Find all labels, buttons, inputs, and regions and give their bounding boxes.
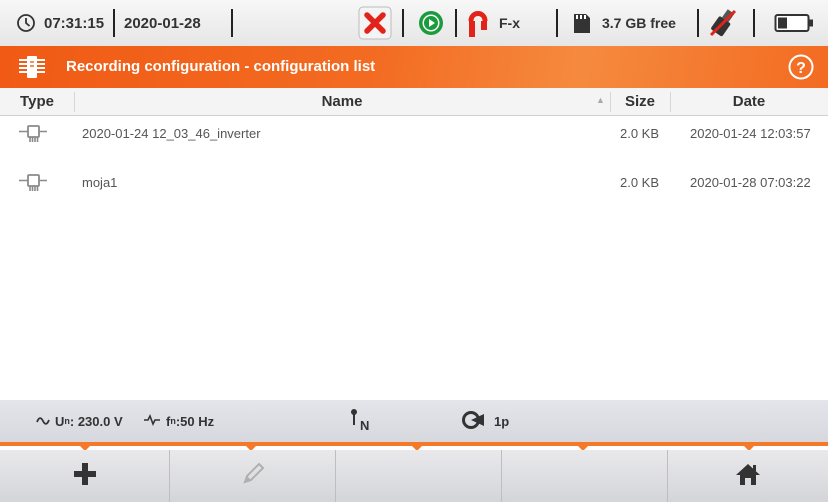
separator <box>753 9 755 37</box>
table-row[interactable]: 2020-01-24 12_03_46_inverter 2.0 KB 2020… <box>0 116 828 152</box>
file-size: 2.0 KB <box>620 175 660 190</box>
column-header-date[interactable]: Date <box>670 88 828 116</box>
measurement-info-bar: Un: 230.0 V f n:50 Hz N 1p <box>0 400 828 442</box>
usb-disconnected-icon <box>708 0 738 46</box>
clock-icon <box>16 0 36 46</box>
frequency-value: :50 Hz <box>175 413 215 429</box>
nominal-voltage: Un: 230.0 V <box>36 400 123 442</box>
column-header-size[interactable]: Size <box>610 88 670 116</box>
status-bar: 07:31:15 2020-01-28 F-x 3.7 GB free <box>0 0 828 46</box>
separator <box>455 9 457 37</box>
add-button[interactable] <box>0 450 170 502</box>
stop-recording-icon[interactable] <box>358 0 392 46</box>
sine-wave-icon <box>36 414 50 429</box>
network-system-icon <box>462 410 484 433</box>
clamp-type-label: F-x <box>499 15 520 31</box>
system-label: 1p <box>494 413 510 429</box>
neutral-indicator: N <box>350 400 369 442</box>
title-bar: Recording configuration - configuration … <box>0 46 828 88</box>
frequency-icon <box>143 413 161 429</box>
empty-button[interactable] <box>336 450 502 502</box>
separator <box>113 9 115 37</box>
column-header-name[interactable]: Name <box>74 88 610 116</box>
separator <box>697 9 699 37</box>
config-module-icon <box>18 54 46 85</box>
config-file-icon <box>18 172 48 194</box>
file-date: 2020-01-24 12:03:57 <box>690 126 811 141</box>
separator <box>231 9 233 37</box>
play-recording-icon[interactable] <box>418 0 444 46</box>
neutral-label: N <box>360 417 370 433</box>
bottom-toolbar <box>0 446 828 502</box>
page-title: Recording configuration - configuration … <box>66 58 376 75</box>
nominal-frequency: f n:50 Hz <box>143 400 214 442</box>
home-icon <box>735 462 761 491</box>
separator <box>402 9 404 37</box>
svg-text:?: ? <box>796 60 806 77</box>
file-name: moja1 <box>82 175 118 190</box>
neutral-probe-icon <box>350 408 358 429</box>
table-row[interactable]: moja1 2.0 KB 2020-01-28 07:03:22 <box>0 165 828 201</box>
sort-ascending-icon: ▲ <box>596 95 605 105</box>
clock-time: 07:31:15 <box>44 14 105 32</box>
file-name: 2020-01-24 12_03_46_inverter <box>82 126 261 141</box>
memory-free-label: 3.7 GB free <box>602 15 676 31</box>
voltage-label: U <box>55 413 65 429</box>
network-system: 1p <box>462 400 509 442</box>
home-button[interactable] <box>668 450 828 502</box>
add-icon <box>71 460 99 493</box>
file-date: 2020-01-28 07:03:22 <box>690 175 811 190</box>
clock-date: 2020-01-28 <box>124 14 201 32</box>
clamp-icon <box>467 0 489 46</box>
help-icon[interactable]: ? <box>788 54 814 85</box>
empty-button[interactable] <box>502 450 668 502</box>
config-file-icon <box>18 123 48 145</box>
file-size: 2.0 KB <box>620 126 660 141</box>
table-header: Type Name ▲ Size Date <box>0 88 828 116</box>
edit-button[interactable] <box>170 450 336 502</box>
voltage-value: : 230.0 V <box>69 413 123 429</box>
sd-card-icon <box>572 0 592 46</box>
edit-icon <box>240 461 266 492</box>
battery-icon <box>774 0 814 46</box>
separator <box>556 9 558 37</box>
column-header-type[interactable]: Type <box>0 88 74 116</box>
